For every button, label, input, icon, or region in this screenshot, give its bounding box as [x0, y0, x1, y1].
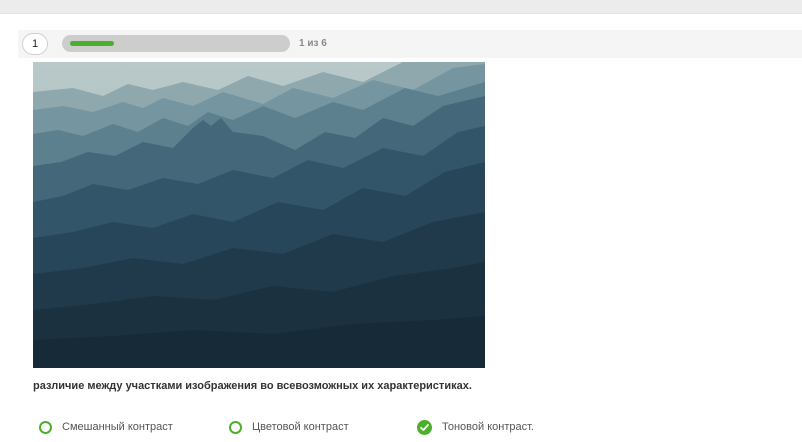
radio-checked-icon[interactable]	[417, 419, 432, 435]
progress-row: 1 1 из 6	[18, 30, 802, 58]
question-number-badge[interactable]: 1	[22, 33, 48, 55]
question-text: различие между участками изображения во …	[33, 380, 472, 392]
answer-options: Смешанный контраст Цветовой контраст Тон…	[39, 418, 599, 436]
answer-option-mixed-contrast[interactable]: Смешанный контраст	[39, 418, 173, 436]
answer-label: Смешанный контраст	[62, 421, 173, 433]
progress-counter: 1 из 6	[299, 38, 327, 49]
quiz-page: 1 1 из 6 различие между участками изобра…	[0, 0, 802, 442]
progress-bar	[62, 35, 290, 52]
progress-bar-fill	[70, 41, 114, 46]
top-bar	[0, 0, 802, 14]
answer-option-tonal-contrast[interactable]: Тоновой контраст.	[417, 418, 534, 436]
answer-option-color-contrast[interactable]: Цветовой контраст	[229, 418, 349, 436]
question-image	[33, 62, 485, 368]
answer-label: Цветовой контраст	[252, 421, 349, 433]
radio-unchecked-icon[interactable]	[229, 420, 242, 434]
radio-unchecked-icon[interactable]	[39, 420, 52, 434]
answer-label: Тоновой контраст.	[442, 421, 534, 433]
